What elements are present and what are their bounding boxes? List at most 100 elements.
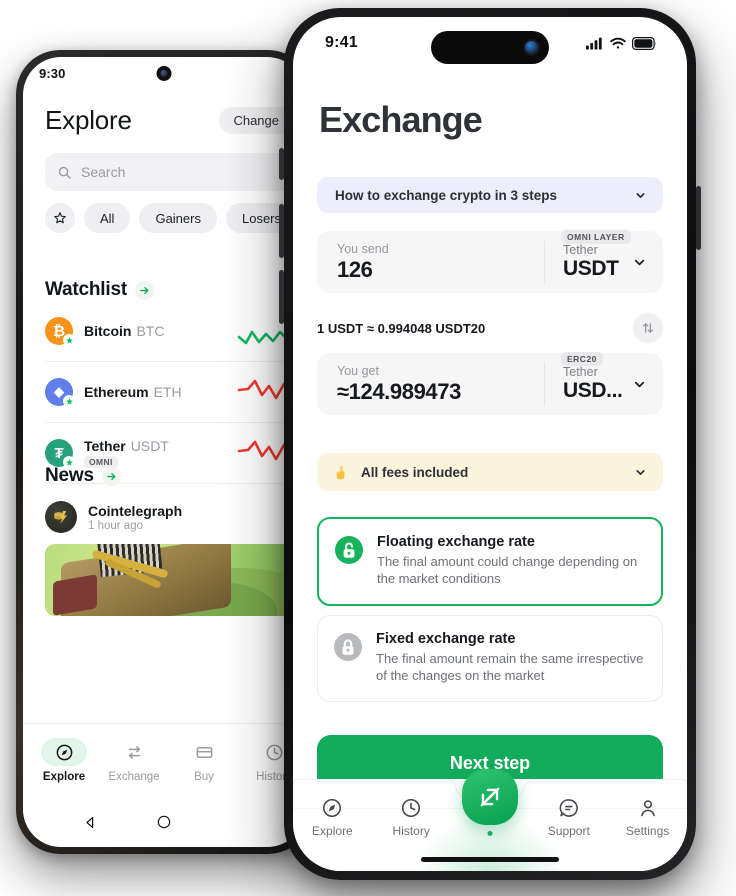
chevron-down-icon[interactable] — [634, 466, 647, 479]
ios-status-time: 9:41 — [325, 34, 358, 51]
floating-rate-title: Floating exchange rate — [377, 534, 535, 550]
you-get-coin-name: Tether — [563, 365, 598, 379]
iphone-mute-switch[interactable] — [279, 148, 284, 180]
news-header[interactable]: News — [45, 465, 305, 487]
ios-status-icons — [586, 36, 657, 50]
tab-support[interactable]: Support — [529, 797, 608, 838]
you-get-network-badge: ERC20 — [561, 352, 603, 366]
coin-names: Tether USDT OMNI — [84, 438, 169, 468]
watchlist-title: Watchlist — [45, 279, 127, 300]
android-status-bar: 9:30 — [23, 57, 305, 89]
back-triangle-icon[interactable] — [82, 814, 99, 831]
floating-rate-icon-wrap — [335, 534, 363, 588]
news-source-row[interactable]: Cointelegraph 1 hour ago — [45, 501, 305, 533]
ios-tabs: Explore History Support Settings — [293, 769, 687, 838]
tab-explore-pill — [41, 738, 87, 766]
news-thumbnail[interactable] — [45, 544, 305, 616]
iphone-device: 9:41 Exchange How to exchange crypto in … — [279, 8, 701, 880]
swap-direction-button[interactable] — [633, 313, 663, 343]
exchange-fab-button[interactable] — [461, 769, 518, 825]
search-input[interactable]: Search — [45, 153, 295, 191]
tab-settings[interactable]: Settings — [608, 797, 687, 838]
fixed-exchange-rate-option[interactable]: Fixed exchange rate The final amount rem… — [317, 615, 663, 702]
tab-explore[interactable]: Explore — [29, 738, 99, 783]
filter-chip-gainers[interactable]: Gainers — [139, 203, 217, 233]
page-title: Exchange — [319, 99, 483, 140]
coin-name: Ethereum — [84, 384, 149, 400]
tab-explore-label: Explore — [42, 771, 86, 783]
person-icon — [640, 800, 655, 817]
exchange-rate-row: 1 USDT ≈ 0.994048 USDT20 — [317, 313, 663, 343]
coin-names: Ethereum ETH — [84, 384, 182, 400]
android-navigation-bar — [23, 797, 305, 847]
news-arrow-icon[interactable] — [101, 466, 121, 486]
tab-exchange[interactable]: Exchange — [99, 738, 169, 783]
news-section: News Cointelegraph 1 hour ago — [45, 465, 305, 616]
you-get-coin-ticker: USD... — [563, 379, 623, 402]
all-fees-included-banner[interactable]: All fees included — [317, 453, 663, 491]
compass-icon — [56, 744, 72, 760]
coin-icon-eth: ◆ — [45, 378, 75, 407]
list-item[interactable]: ₿ Bitcoin BTC — [45, 301, 305, 362]
cointelegraph-avatar — [45, 501, 77, 533]
chevron-down-icon[interactable] — [634, 189, 647, 202]
star-icon — [54, 212, 66, 224]
tab-buy[interactable]: Buy — [169, 738, 239, 783]
compass-icon — [323, 798, 342, 818]
watchlist-header[interactable]: Watchlist — [45, 279, 305, 301]
tab-history-label: History — [392, 824, 430, 838]
chevron-down-icon[interactable] — [632, 255, 647, 270]
coin-names: Bitcoin BTC — [84, 323, 164, 339]
floating-rate-description: The final amount could change depending … — [377, 554, 638, 587]
coin-ticker: USDT — [130, 438, 169, 454]
ios-home-indicator[interactable] — [421, 857, 559, 862]
front-camera-icon — [525, 41, 538, 54]
clock-icon — [266, 744, 282, 760]
lock-icon — [334, 633, 362, 661]
list-item[interactable]: ◆ Ethereum ETH — [45, 362, 305, 423]
how-to-label: How to exchange crypto in 3 steps — [335, 187, 558, 203]
watchlist-arrow-icon[interactable] — [134, 280, 154, 300]
android-tabbar: Explore Exchange Buy History — [23, 723, 305, 797]
iphone-volume-down-button[interactable] — [279, 270, 284, 324]
you-send-network-badge: OMNI LAYER — [561, 230, 631, 244]
filter-chip-all[interactable]: All — [84, 203, 131, 233]
home-circle-icon[interactable] — [156, 814, 172, 830]
fees-left: All fees included — [333, 464, 468, 481]
clock-icon — [402, 798, 421, 818]
fixed-rate-text: Fixed exchange rate The final amount rem… — [376, 631, 646, 685]
coin-ticker: ETH — [153, 384, 182, 400]
news-title: News — [45, 465, 94, 486]
you-send-coin-selector[interactable]: OMNI LAYER Tether USDT — [545, 230, 663, 281]
tab-explore[interactable]: Explore — [293, 797, 372, 838]
change-button[interactable]: Change — [219, 107, 293, 134]
floating-exchange-rate-option[interactable]: Floating exchange rate The final amount … — [317, 517, 663, 606]
iphone-volume-up-button[interactable] — [279, 204, 284, 258]
you-get-coin-selector[interactable]: ERC20 Tether USD... — [545, 352, 663, 403]
tab-settings-label: Settings — [625, 824, 670, 838]
chat-icon — [559, 799, 578, 817]
you-get-amount-field[interactable]: You get ≈124.989473 — [317, 364, 544, 405]
you-send-coin-name: Tether — [563, 243, 598, 257]
search-icon — [58, 166, 71, 179]
chevron-down-icon[interactable] — [632, 377, 647, 392]
tab-history[interactable]: History — [372, 797, 451, 838]
you-send-card[interactable]: You send 126 OMNI LAYER Tether USDT — [317, 230, 663, 293]
filter-chip-favorites[interactable] — [45, 203, 75, 233]
iphone-power-button[interactable] — [696, 186, 701, 250]
how-to-exchange-banner[interactable]: How to exchange crypto in 3 steps — [317, 177, 663, 213]
tab-support-label: Support — [547, 824, 590, 838]
explore-header: Explore Change — [45, 105, 293, 136]
fixed-rate-description: The final amount remain the same irrespe… — [376, 651, 644, 684]
swap-icon — [128, 745, 140, 759]
you-get-card[interactable]: You get ≈124.989473 ERC20 Tether USD... — [317, 352, 663, 415]
active-tab-indicator-dot — [487, 831, 493, 836]
you-send-coin-ticker: USDT — [563, 257, 619, 280]
favorite-badge-icon — [63, 334, 75, 346]
you-send-amount-field[interactable]: You send 126 — [317, 242, 544, 283]
coin-name: Tether — [84, 438, 126, 454]
favorite-badge-icon — [63, 395, 75, 407]
news-source-name: Cointelegraph — [88, 502, 183, 519]
fixed-rate-title: Fixed exchange rate — [376, 631, 516, 647]
news-timestamp: 1 hour ago — [88, 519, 143, 532]
